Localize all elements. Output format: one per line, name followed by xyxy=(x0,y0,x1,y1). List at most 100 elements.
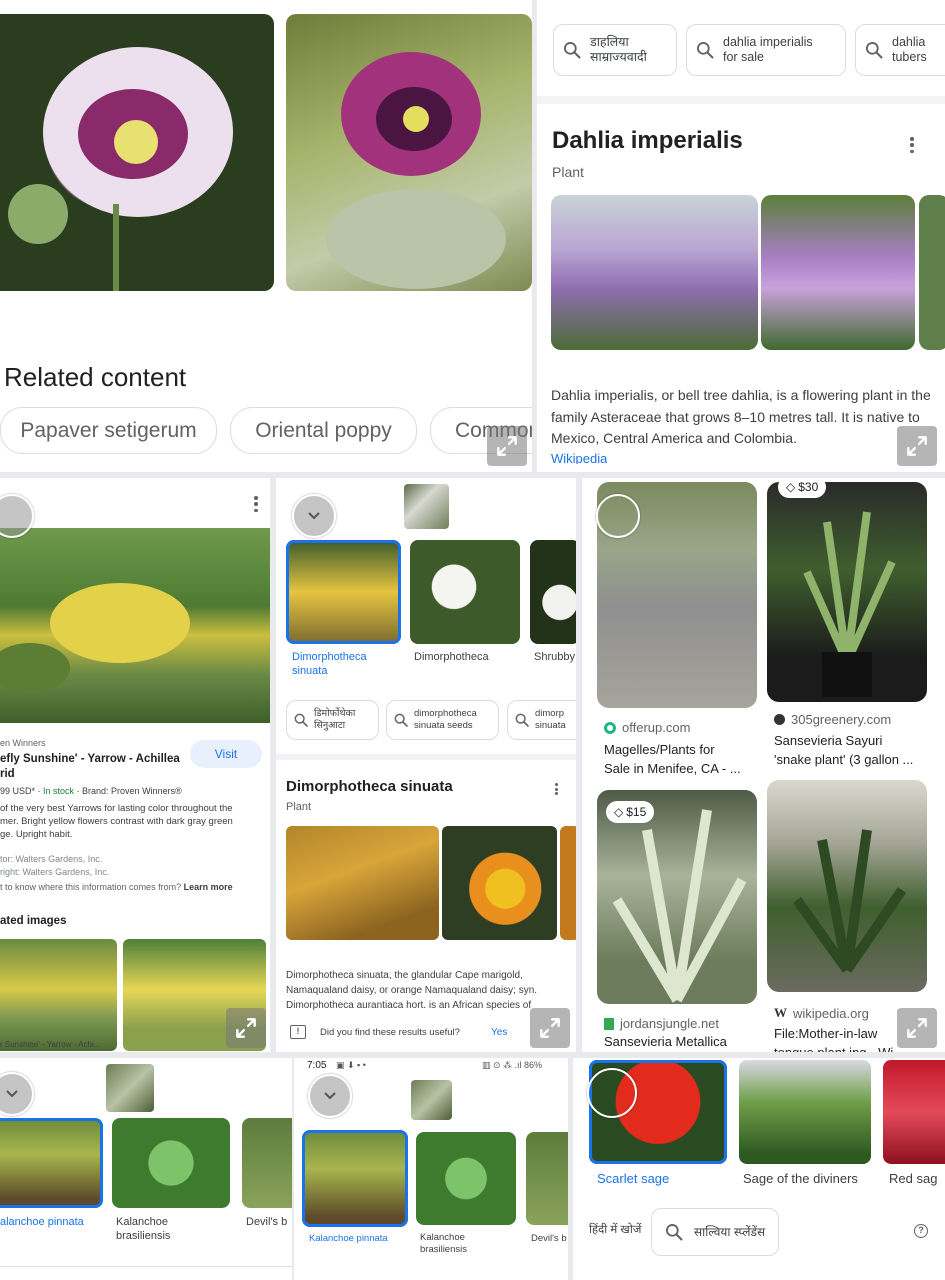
wikipedia-link[interactable]: Wikipedia xyxy=(551,451,607,464)
thumb-label-3[interactable]: Red sag xyxy=(889,1172,937,1186)
search-chip-dahlia-hindi[interactable]: डाहलिया साम्राज्यवादी xyxy=(553,24,677,76)
chip-oriental-poppy[interactable]: Oriental poppy xyxy=(230,407,417,454)
search-chip-dimor-3[interactable]: dimorp sinuata xyxy=(507,700,576,740)
chip-line-1: dimorp xyxy=(535,708,565,719)
knowledge-description: Dahlia imperialis, or bell tree dahlia, … xyxy=(551,387,931,446)
dahlia-photo-3[interactable] xyxy=(919,195,945,350)
yarrow-photo[interactable] xyxy=(0,528,270,723)
feedback-yes[interactable]: Yes xyxy=(491,1027,507,1038)
expand-icon[interactable] xyxy=(897,426,937,466)
search-icon xyxy=(393,712,409,728)
chip-line-1: dahlia imperialis xyxy=(723,35,813,49)
select-circle[interactable] xyxy=(292,494,336,538)
chip-line-1: डिमोर्फोथेका xyxy=(314,708,356,719)
thumb-label-2[interactable]: Dimorphotheca xyxy=(414,650,489,664)
thumb-sage-of-the-diviners[interactable] xyxy=(739,1060,871,1164)
dahlia-photo-1[interactable] xyxy=(551,195,758,350)
poppy-photo-2[interactable] xyxy=(286,14,532,291)
source-wikipedia[interactable]: Wwikipedia.org xyxy=(774,1005,869,1021)
source-offerup[interactable]: offerup.com xyxy=(604,720,690,735)
dimor-photo-2[interactable] xyxy=(442,826,557,940)
offerup-icon xyxy=(604,721,616,734)
sansevieria-photo-4[interactable] xyxy=(767,780,927,992)
thumb-label-2[interactable]: Kalanchoe brasiliensis xyxy=(420,1232,467,1256)
dimor-photo-3[interactable] xyxy=(560,826,576,940)
thumb-label-3[interactable]: Devil's b xyxy=(246,1215,287,1229)
chip-line-2: for sale xyxy=(723,50,764,64)
learn-more-link[interactable]: Learn more xyxy=(184,882,233,892)
select-circle[interactable] xyxy=(0,1072,34,1116)
related-images-heading: ated images xyxy=(0,915,67,927)
select-circle[interactable] xyxy=(308,1074,352,1118)
thumb-kalanchoe-pinnata[interactable] xyxy=(302,1130,408,1227)
label-line-2: brasiliensis xyxy=(420,1244,467,1255)
product-title-line-2[interactable]: rid xyxy=(0,768,15,780)
expand-icon[interactable] xyxy=(897,1008,937,1048)
poppy-photo-1[interactable] xyxy=(0,14,274,291)
thumb-kalanchoe-brasiliensis[interactable] xyxy=(112,1118,230,1208)
search-chip-dahlia-tubers[interactable]: dahlia tubers xyxy=(855,24,945,76)
thumb-label-2[interactable]: Kalanchoe brasiliensis xyxy=(116,1215,170,1243)
thumb-shrubby[interactable] xyxy=(530,540,576,644)
chip-papaver-setigerum[interactable]: Papaver setigerum xyxy=(0,407,217,454)
search-chip-dimor-seeds[interactable]: dimorphotheca sinuata seeds xyxy=(386,700,499,740)
partial-chips xyxy=(0,1266,292,1280)
chip-line-1: dahlia xyxy=(892,35,926,49)
product-description: of the very best Yarrows for lasting col… xyxy=(0,802,265,841)
select-circle[interactable] xyxy=(596,494,640,538)
visit-button[interactable]: Visit xyxy=(190,740,262,768)
search-chip-salvia-splendens[interactable]: साल्विया स्प्लेंडेंस xyxy=(651,1208,779,1256)
search-in-hindi-link[interactable]: हिंदी में खोजें xyxy=(589,1222,641,1237)
thumb-dimorphotheca[interactable] xyxy=(410,540,520,644)
label-line-1: Dimorphotheca xyxy=(292,651,367,663)
help-icon[interactable]: ? xyxy=(914,1224,928,1238)
sansevieria-photo-2[interactable] xyxy=(767,482,927,702)
thumb-label-1[interactable]: alanchoe pinnata xyxy=(0,1215,84,1229)
expand-icon[interactable] xyxy=(226,1008,266,1048)
title-line-2: tongue plant ing - Wi xyxy=(774,1043,893,1052)
result-title-3[interactable]: Sansevieria Metallica xyxy=(604,1034,727,1049)
expand-icon[interactable] xyxy=(530,1008,570,1048)
more-vert-icon[interactable] xyxy=(554,783,558,795)
label-line-2: brasiliensis xyxy=(116,1230,171,1242)
product-title-line-1[interactable]: efly Sunshine' - Yarrow - Achillea xyxy=(0,753,180,765)
thumb-label-1[interactable]: Scarlet sage xyxy=(597,1172,669,1186)
title-line-1: Magelles/Plants for xyxy=(604,742,715,757)
label-line-1: Kalanchoe xyxy=(116,1216,168,1228)
knowledge-subtitle: Plant xyxy=(286,801,312,813)
wikipedia-icon: W xyxy=(774,1005,787,1020)
search-chip-dimor-hindi[interactable]: डिमोर्फोथेका सिनुआटा xyxy=(286,700,379,740)
status-time: 7:05 xyxy=(307,1060,327,1071)
thumb-kalanchoe-brasiliensis[interactable] xyxy=(416,1132,516,1225)
thumb-label-1[interactable]: Kalanchoe pinnata xyxy=(309,1232,388,1246)
result-title-4[interactable]: File:Mother-in-law tongue plant ing - Wi xyxy=(774,1024,893,1052)
expand-icon[interactable] xyxy=(487,426,527,466)
thumb-dimorphotheca-sinuata[interactable] xyxy=(286,540,401,644)
thumb-label-3[interactable]: Devil's b xyxy=(531,1232,567,1246)
result-title-1[interactable]: Magelles/Plants for Sale in Menifee, CA -… xyxy=(604,740,741,778)
source-jordansjungle[interactable]: jordansjungle.net xyxy=(604,1016,719,1031)
thumb-label-3[interactable]: Shrubby xyxy=(534,650,575,664)
related-content-heading: Related content xyxy=(4,362,187,392)
chip-line-1: डाहलिया xyxy=(590,35,629,49)
title-line-2: 'snake plant' (3 gallon ... xyxy=(774,752,914,767)
title-line-1: Sansevieria Sayuri xyxy=(774,733,883,748)
chip-line-2: साम्राज्यवादी xyxy=(590,50,647,64)
thumb-devils-backbone[interactable] xyxy=(526,1132,568,1225)
related-image-1[interactable] xyxy=(0,939,117,1051)
dimor-photo-1[interactable] xyxy=(286,826,439,940)
thumb-label-1[interactable]: Dimorphotheca sinuata xyxy=(292,650,367,678)
select-circle[interactable] xyxy=(587,1068,637,1118)
search-chip-dahlia-for-sale[interactable]: dahlia imperialis for sale xyxy=(686,24,846,76)
chip-line-2: tubers xyxy=(892,50,927,64)
thumb-red-sage[interactable] xyxy=(883,1060,945,1164)
result-title-2[interactable]: Sansevieria Sayuri 'snake plant' (3 gallo… xyxy=(774,731,913,769)
thumb-devils-backbone[interactable] xyxy=(242,1118,292,1208)
status-icons: ▣ ⬇ ▪ • xyxy=(336,1060,366,1070)
more-vert-icon[interactable] xyxy=(254,496,258,512)
thumb-kalanchoe-pinnata[interactable] xyxy=(0,1118,103,1208)
thumb-label-2[interactable]: Sage of the diviners xyxy=(743,1172,858,1186)
more-vert-icon[interactable] xyxy=(910,137,914,153)
dahlia-photo-2[interactable] xyxy=(761,195,915,350)
source-305greenery[interactable]: 305greenery.com xyxy=(774,712,891,727)
